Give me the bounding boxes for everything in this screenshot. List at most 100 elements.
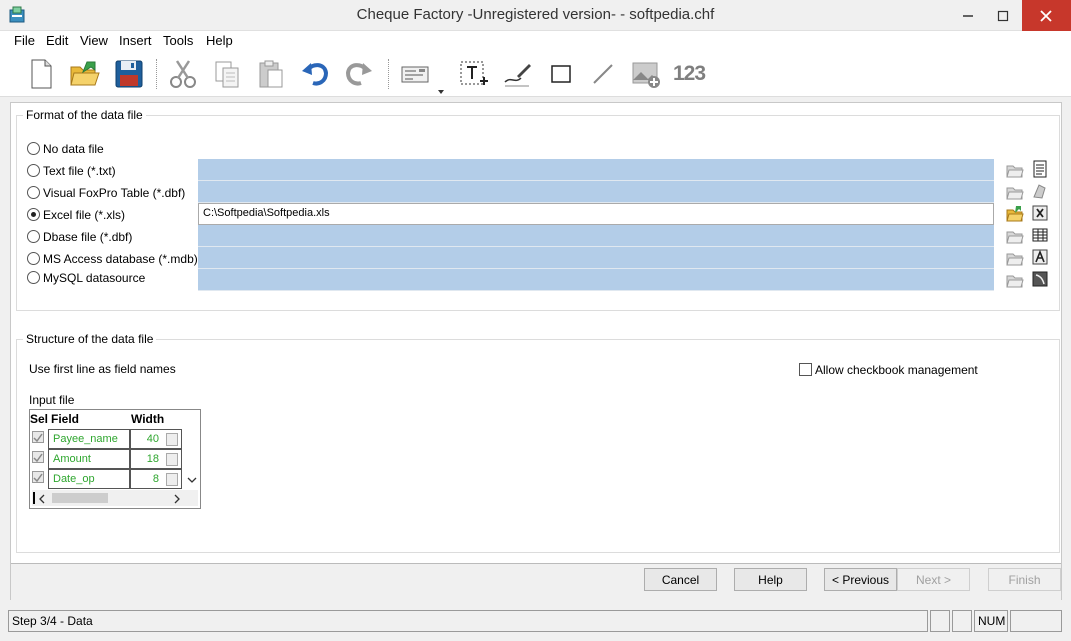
scroll-right-icon[interactable] bbox=[173, 493, 181, 507]
allow-checkbook-label[interactable]: Allow checkbook management bbox=[815, 363, 978, 377]
field-width-value: 8 bbox=[152, 473, 159, 485]
spinner-icon[interactable] bbox=[166, 433, 178, 446]
browse-folder-icon[interactable] bbox=[1006, 227, 1024, 245]
insert-line-button[interactable] bbox=[584, 55, 622, 93]
help-button[interactable]: Help bbox=[734, 568, 807, 591]
paste-icon bbox=[259, 60, 283, 88]
status-step: Step 3/4 - Data bbox=[8, 610, 928, 632]
row-select-checkbox[interactable] bbox=[32, 471, 44, 483]
field-name-cell[interactable]: Amount bbox=[48, 449, 130, 469]
insert-signature-button[interactable] bbox=[498, 55, 536, 93]
minimize-button[interactable] bbox=[951, 0, 985, 31]
col-header-sel: Sel bbox=[30, 412, 49, 426]
spinner-icon[interactable] bbox=[166, 473, 178, 486]
radio-circle[interactable] bbox=[27, 271, 40, 284]
redo-icon bbox=[345, 63, 372, 86]
horizontal-scrollbar[interactable] bbox=[32, 490, 198, 506]
close-button[interactable] bbox=[1022, 0, 1071, 31]
copy-button[interactable] bbox=[208, 55, 246, 93]
radio-circle[interactable] bbox=[27, 208, 40, 221]
radio-label: Excel file (*.xls) bbox=[43, 208, 126, 222]
menu-insert[interactable]: Insert bbox=[119, 33, 152, 48]
cheque-dropdown-icon[interactable] bbox=[438, 83, 444, 94]
numbers-label: 123 bbox=[673, 62, 706, 85]
status-indicator-2 bbox=[952, 610, 972, 632]
table-row: Payee_name 40 bbox=[30, 429, 184, 449]
insert-rectangle-button[interactable] bbox=[542, 55, 580, 93]
field-width-cell[interactable]: 40 bbox=[130, 429, 182, 449]
window-title: Cheque Factory -Unregistered version- - … bbox=[356, 6, 715, 23]
excel-path-field[interactable]: C:\Softpedia\Softpedia.xls bbox=[198, 203, 994, 225]
finish-button[interactable]: Finish bbox=[988, 568, 1061, 591]
radio-circle[interactable] bbox=[27, 230, 40, 243]
browse-folder-icon[interactable] bbox=[1006, 249, 1024, 267]
line-icon bbox=[593, 64, 613, 84]
title-bar: Cheque Factory -Unregistered version- - … bbox=[0, 0, 1071, 31]
row-select-checkbox[interactable] bbox=[32, 451, 44, 463]
menu-tools[interactable]: Tools bbox=[163, 33, 193, 48]
save-button[interactable] bbox=[110, 55, 148, 93]
text-file-path-field[interactable] bbox=[198, 159, 994, 181]
foxpro-icon bbox=[1031, 182, 1049, 200]
undo-icon bbox=[302, 63, 329, 86]
input-file-label: Input file bbox=[29, 393, 75, 407]
browse-folder-icon[interactable] bbox=[1006, 271, 1024, 289]
radio-label: MS Access database (*.mdb) bbox=[43, 252, 198, 266]
allow-checkbook-checkbox[interactable] bbox=[799, 363, 812, 376]
col-header-field: Field bbox=[51, 412, 80, 426]
previous-button[interactable]: < Previous bbox=[824, 568, 897, 591]
redo-button[interactable] bbox=[340, 55, 378, 93]
insert-text-button[interactable] bbox=[454, 55, 492, 93]
radio-circle[interactable] bbox=[27, 252, 40, 265]
text-box-icon bbox=[460, 61, 488, 85]
scroll-left-icon[interactable] bbox=[38, 493, 46, 507]
menu-help[interactable]: Help bbox=[206, 33, 233, 48]
scroll-down-icon[interactable] bbox=[187, 474, 197, 484]
browse-folder-icon[interactable] bbox=[1006, 183, 1024, 201]
radio-circle[interactable] bbox=[27, 142, 40, 155]
access-path-field[interactable] bbox=[198, 247, 994, 269]
wizard-panel: Format of the data file No data file Tex… bbox=[10, 102, 1062, 600]
field-width-cell[interactable]: 18 bbox=[130, 449, 182, 469]
field-width-value: 40 bbox=[146, 433, 159, 445]
menu-file[interactable]: File bbox=[14, 33, 35, 48]
mysql-path-field[interactable] bbox=[198, 269, 994, 291]
status-indicator-3 bbox=[1010, 610, 1062, 632]
field-name-cell[interactable]: Date_op bbox=[48, 469, 130, 489]
next-button[interactable]: Next > bbox=[897, 568, 970, 591]
new-button[interactable] bbox=[22, 55, 60, 93]
spinner-icon[interactable] bbox=[166, 453, 178, 466]
table-row: Date_op 8 bbox=[30, 469, 184, 489]
undo-button[interactable] bbox=[296, 55, 334, 93]
radio-circle[interactable] bbox=[27, 186, 40, 199]
text-file-icon bbox=[1031, 160, 1049, 178]
field-width-value: 18 bbox=[146, 453, 159, 465]
radio-label: Visual FoxPro Table (*.dbf) bbox=[43, 186, 186, 200]
dbase-path-field[interactable] bbox=[198, 225, 994, 247]
insert-number-button[interactable]: 123 bbox=[670, 55, 714, 93]
status-bar: Step 3/4 - Data NUM bbox=[0, 605, 1071, 641]
field-name-cell[interactable]: Payee_name bbox=[48, 429, 130, 449]
cancel-button[interactable]: Cancel bbox=[644, 568, 717, 591]
menu-view[interactable]: View bbox=[80, 33, 108, 48]
status-indicator-1 bbox=[930, 610, 950, 632]
insert-cheque-button[interactable] bbox=[396, 55, 434, 93]
radio-label: No data file bbox=[43, 142, 104, 156]
scissors-icon bbox=[170, 60, 196, 88]
radio-circle[interactable] bbox=[27, 164, 40, 177]
menu-edit[interactable]: Edit bbox=[46, 33, 68, 48]
foxpro-path-field[interactable] bbox=[198, 181, 994, 203]
browse-folder-icon[interactable] bbox=[1006, 161, 1024, 179]
open-button[interactable] bbox=[66, 55, 104, 93]
dbase-table-icon bbox=[1031, 226, 1049, 244]
insert-image-button[interactable] bbox=[627, 55, 665, 93]
field-width-cell[interactable]: 8 bbox=[130, 469, 182, 489]
paste-button[interactable] bbox=[252, 55, 290, 93]
radio-label: MySQL datasource bbox=[43, 271, 146, 285]
maximize-button[interactable] bbox=[986, 0, 1020, 31]
browse-folder-icon[interactable] bbox=[1006, 205, 1024, 223]
scroll-thumb[interactable] bbox=[52, 493, 108, 503]
row-select-checkbox[interactable] bbox=[32, 431, 44, 443]
cut-button[interactable] bbox=[164, 55, 202, 93]
radio-label: Dbase file (*.dbf) bbox=[43, 230, 133, 244]
